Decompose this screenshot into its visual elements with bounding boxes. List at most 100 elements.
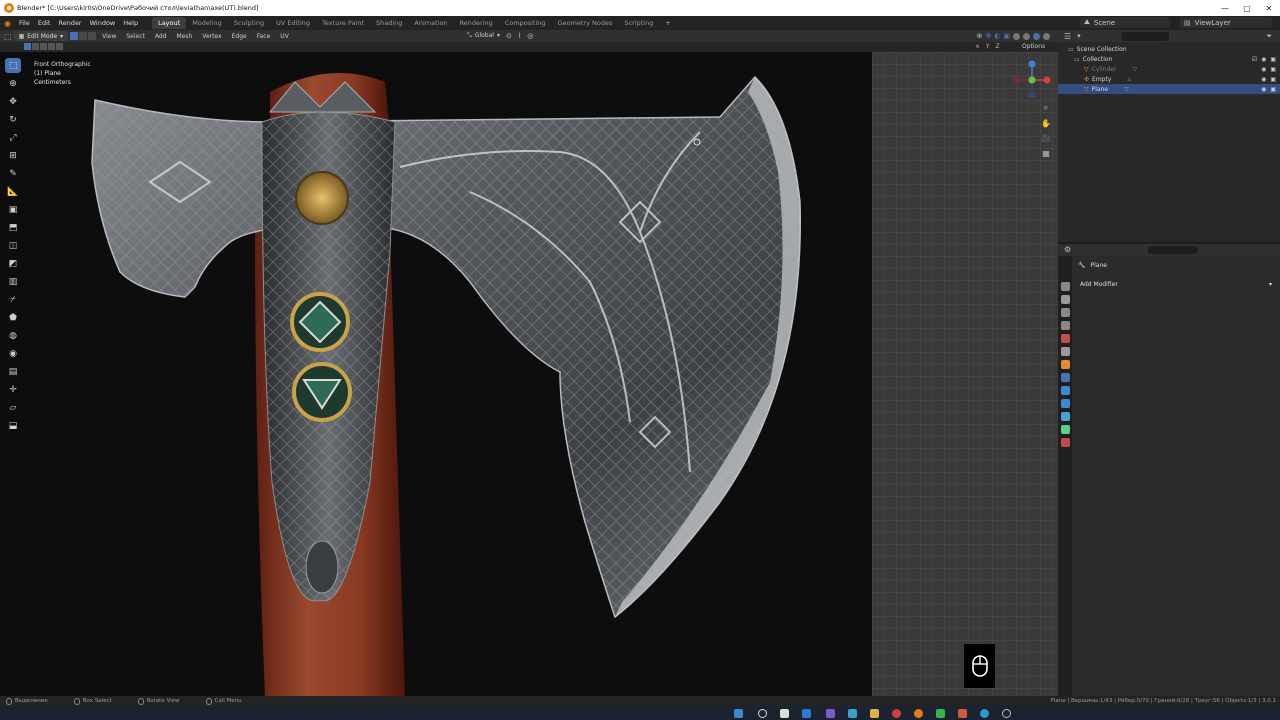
file-explorer-icon[interactable] — [870, 709, 879, 718]
xray-toggle-icon[interactable]: ▣ — [1003, 32, 1010, 40]
menu-add[interactable]: Add — [151, 33, 171, 40]
settings-icon[interactable] — [1002, 709, 1011, 718]
zoom-icon[interactable]: ⌕ — [1040, 102, 1052, 114]
scale-icon[interactable]: ⤢ — [5, 130, 21, 145]
inset-icon[interactable]: ◫ — [5, 238, 21, 253]
tab-shading[interactable]: Shading — [370, 17, 408, 29]
windows-start-icon[interactable] — [734, 709, 743, 718]
camera-icon[interactable]: ▣ — [1270, 66, 1276, 73]
tab-layout[interactable]: Layout — [152, 17, 187, 29]
edge-browser-icon[interactable] — [848, 709, 857, 718]
blender-menu-icon[interactable]: ◉ — [0, 19, 15, 28]
tab-rendering[interactable]: Rendering — [454, 17, 499, 29]
eye-icon[interactable]: ◉ — [1261, 86, 1266, 93]
modifier-tab-icon[interactable] — [1060, 373, 1070, 382]
particles-tab-icon[interactable] — [1060, 386, 1070, 395]
menu-file[interactable]: File — [15, 19, 34, 27]
options-dropdown[interactable]: Options — [1022, 43, 1045, 50]
camera-icon[interactable]: ▣ — [1270, 56, 1276, 63]
add-modifier-button[interactable]: Add Modifier ▾ — [1076, 279, 1276, 289]
viewport-grid-background[interactable] — [872, 52, 1058, 696]
menu-mesh[interactable]: Mesh — [173, 33, 197, 40]
annotate-icon[interactable]: ✎ — [5, 166, 21, 181]
filter-icon[interactable]: ⏷ — [1266, 32, 1272, 41]
chat-icon[interactable] — [826, 709, 835, 718]
search-icon[interactable] — [758, 709, 767, 718]
object-tab-icon[interactable] — [1060, 360, 1070, 369]
tab-texture-paint[interactable]: Texture Paint — [316, 17, 370, 29]
bevel-icon[interactable]: ◩ — [5, 256, 21, 271]
data-tab-icon[interactable] — [1060, 425, 1070, 434]
material-shading-icon[interactable] — [1033, 32, 1040, 40]
camera-icon[interactable]: ▣ — [1270, 76, 1276, 83]
navigation-gizmo[interactable] — [1010, 60, 1054, 102]
menu-render[interactable]: Render — [54, 19, 85, 27]
physics-tab-icon[interactable] — [1060, 399, 1070, 408]
extrude-icon[interactable]: ⬒ — [5, 220, 21, 235]
poly-build-icon[interactable]: ⬟ — [5, 310, 21, 325]
menu-view[interactable]: View — [98, 33, 120, 40]
3d-viewport[interactable]: Front Orthographic (1) Plane Centimeters — [0, 52, 872, 696]
transform-icon[interactable]: ⊞ — [5, 148, 21, 163]
menu-edge[interactable]: Edge — [228, 33, 251, 40]
vertex-select-icon[interactable] — [70, 32, 79, 40]
editor-type-icon[interactable]: ⬚ — [4, 32, 12, 41]
tab-geometry-nodes[interactable]: Geometry Nodes — [552, 17, 619, 29]
solid-shading-icon[interactable] — [1023, 32, 1030, 40]
view-layer-selector[interactable]: ▤ ViewLayer — [1180, 17, 1272, 28]
tab-scripting[interactable]: Scripting — [618, 17, 659, 29]
scene-collection-row[interactable]: ▭ Scene Collection — [1058, 44, 1280, 54]
rip-icon[interactable]: ⬓ — [5, 418, 21, 433]
add-cube-icon[interactable]: ▣ — [5, 202, 21, 217]
outliner-item-plane[interactable]: ▽ Plane ▽ ◉ ▣ — [1058, 84, 1280, 94]
app-icon-green[interactable] — [936, 709, 945, 718]
menu-window[interactable]: Window — [86, 19, 120, 27]
menu-uv[interactable]: UV — [276, 33, 293, 40]
smooth-icon[interactable]: ◉ — [5, 346, 21, 361]
edge-slide-icon[interactable]: ▤ — [5, 364, 21, 379]
outliner-search-input[interactable] — [1120, 31, 1169, 41]
loop-cut-icon[interactable]: ▥ — [5, 274, 21, 289]
checkbox-icon[interactable]: ☑ — [1252, 56, 1257, 63]
outliner-editor-icon[interactable]: ☰ — [1064, 32, 1071, 41]
mode-dropdown[interactable]: ▦ Edit Mode ▾ — [13, 31, 69, 41]
render-tab-icon[interactable] — [1060, 295, 1070, 304]
constraints-tab-icon[interactable] — [1060, 412, 1070, 421]
pan-hand-icon[interactable]: ✋ — [1040, 117, 1052, 129]
mirror-axis-icon[interactable]: ⨯ Y Z — [975, 43, 1002, 50]
overlay-toggle-icon[interactable]: ◐ — [994, 32, 1000, 40]
properties-search-input[interactable] — [1148, 246, 1198, 254]
shrink-fatten-icon[interactable]: ✛ — [5, 382, 21, 397]
menu-help[interactable]: Help — [119, 19, 142, 27]
mode-extend-icon[interactable] — [32, 43, 39, 50]
camera-icon[interactable]: ▣ — [1270, 86, 1276, 93]
display-mode-icon[interactable]: ▾ — [1077, 32, 1081, 40]
ortho-grid-icon[interactable]: ▦ — [1040, 147, 1052, 159]
select-box-icon[interactable]: ⬚ — [5, 58, 21, 73]
chrome-icon[interactable] — [892, 709, 901, 718]
outliner-item-empty[interactable]: ✣ Empty ⌂ ◉ ▣ — [1058, 74, 1280, 84]
close-button[interactable]: ✕ — [1258, 0, 1280, 16]
collection-row[interactable]: ▭ Collection ☑ ◉ ▣ — [1058, 54, 1280, 64]
face-select-icon[interactable] — [88, 32, 97, 40]
telegram-icon[interactable] — [980, 709, 989, 718]
maximize-button[interactable]: ▢ — [1236, 0, 1258, 16]
gizmo-toggle-icon[interactable]: ✥ — [985, 32, 991, 40]
menu-face[interactable]: Face — [253, 33, 275, 40]
snap-icon[interactable]: ⌇ — [518, 32, 521, 40]
eye-icon[interactable]: ◉ — [1261, 76, 1266, 83]
scene-tab-icon[interactable] — [1060, 334, 1070, 343]
properties-editor-icon[interactable]: ⚙ — [1064, 245, 1071, 254]
rotate-icon[interactable]: ↻ — [5, 112, 21, 127]
view-object-types-icon[interactable]: ⊕ — [977, 32, 983, 40]
mode-subtract-icon[interactable] — [40, 43, 47, 50]
tab-animation[interactable]: Animation — [408, 17, 453, 29]
scene-selector[interactable]: ⛰ Scene — [1080, 17, 1170, 28]
menu-vertex[interactable]: Vertex — [198, 33, 225, 40]
mode-intersect-icon[interactable] — [56, 43, 63, 50]
minimize-button[interactable]: — — [1214, 0, 1236, 16]
outliner-item-cylinder[interactable]: ▽ Cylinder ▽ ◉ ▣ — [1058, 64, 1280, 74]
tool-tab-icon[interactable] — [1060, 282, 1070, 291]
output-tab-icon[interactable] — [1060, 308, 1070, 317]
orientation-dropdown[interactable]: ⤡ Global ▾ — [467, 32, 500, 40]
